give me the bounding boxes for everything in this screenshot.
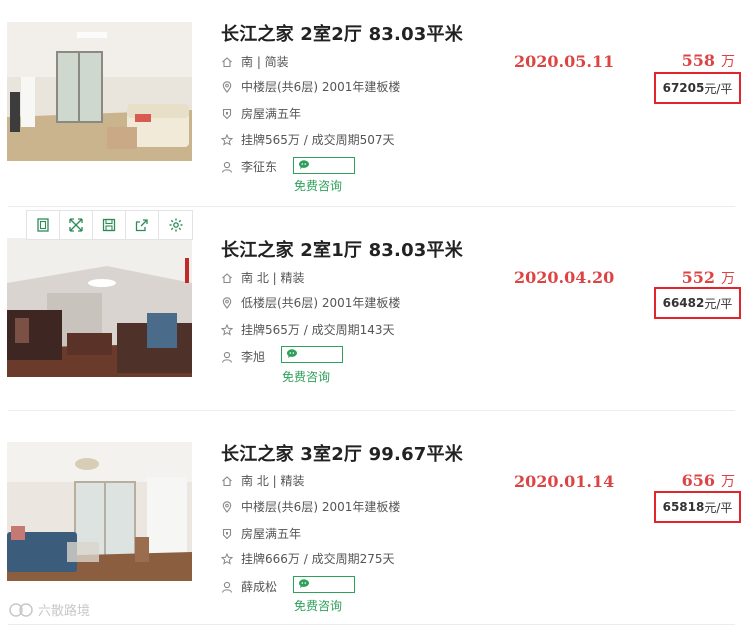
orientation-row: 南 北 | 精装: [221, 472, 305, 489]
free-consult-link[interactable]: 免费咨询: [294, 177, 342, 194]
floor-row: 中楼层(共6层) 2001年建板楼: [221, 78, 400, 95]
agent-name[interactable]: 李征东: [241, 158, 277, 175]
listing-title[interactable]: 长江之家 3室2厅 99.67平米: [221, 440, 463, 466]
orientation-row: 南 | 简装: [221, 53, 289, 70]
price-value: 656: [681, 471, 715, 490]
shield-icon: [221, 108, 233, 120]
listing-title[interactable]: 长江之家 2室1厅 83.03平米: [221, 236, 463, 262]
tag-row: 房屋满五年: [221, 105, 301, 122]
agent-row[interactable]: 李旭: [221, 348, 265, 365]
divider: [8, 206, 735, 207]
tag-text: 房屋满五年: [241, 107, 302, 121]
house-icon: [221, 475, 233, 487]
listing-title[interactable]: 长江之家 2室2厅 83.03平米: [221, 20, 463, 46]
agent-name[interactable]: 薛成松: [241, 578, 277, 595]
listing-info-row: 挂牌565万 / 成交周期143天: [221, 321, 394, 338]
listing-info-text: 挂牌565万 / 成交周期507天: [241, 133, 395, 147]
chat-bubble-icon: [299, 579, 309, 589]
listing-photo[interactable]: [7, 442, 192, 581]
price-unit: 万: [721, 54, 735, 70]
watermark-logo-icon: [9, 602, 33, 617]
star-icon: [221, 133, 233, 146]
star-icon: [221, 552, 233, 565]
house-icon: [221, 272, 233, 284]
settings-icon[interactable]: [159, 211, 192, 239]
unit-price-box: 67205 元/平: [654, 72, 741, 104]
watermark-text: 六散路境: [38, 604, 91, 619]
house-icon: [221, 56, 233, 68]
unit-price-value: 67205: [662, 81, 705, 95]
deal-date: 2020.01.14: [514, 472, 615, 491]
divider: [8, 410, 735, 411]
listing-info-text: 挂牌666万 / 成交周期275天: [241, 552, 395, 566]
unit-price-box: 66482 元/平: [654, 287, 741, 319]
watermark: 六散路境: [8, 600, 90, 619]
shield-icon: [221, 528, 233, 540]
person-icon: [221, 581, 233, 593]
unit-price-suffix: 元/平: [704, 81, 733, 96]
deal-price: 552 万: [682, 268, 735, 288]
location-pin-icon: [221, 500, 233, 513]
orientation-text: 南 北 | 精装: [241, 474, 305, 488]
listing-photo[interactable]: [7, 22, 192, 161]
star-icon: [221, 323, 233, 336]
agent-row[interactable]: 薛成松: [221, 578, 277, 595]
free-consult-link[interactable]: 免费咨询: [282, 368, 330, 385]
listing-info-row: 挂牌565万 / 成交周期507天: [221, 131, 394, 148]
orientation-row: 南 北 | 精装: [221, 269, 305, 286]
divider: [8, 624, 735, 625]
free-consult-link[interactable]: 免费咨询: [294, 597, 342, 614]
location-pin-icon: [221, 296, 233, 309]
copy-icon[interactable]: [27, 211, 60, 239]
price-value: 558: [681, 51, 715, 70]
unit-price-suffix: 元/平: [704, 500, 733, 515]
unit-price-box: 65818 元/平: [654, 491, 741, 523]
floor-row: 中楼层(共6层) 2001年建板楼: [221, 498, 400, 515]
agent-name[interactable]: 李旭: [241, 348, 265, 365]
wechat-button[interactable]: [293, 157, 355, 174]
floor-text: 中楼层(共6层) 2001年建板楼: [241, 500, 401, 514]
deal-date: 2020.05.11: [514, 52, 615, 71]
agent-row[interactable]: 李征东: [221, 158, 277, 175]
listing-info-text: 挂牌565万 / 成交周期143天: [241, 323, 395, 337]
floor-text: 低楼层(共6层) 2001年建板楼: [241, 296, 401, 310]
listing-info-row: 挂牌666万 / 成交周期275天: [221, 550, 394, 567]
wechat-button[interactable]: [293, 576, 355, 593]
unit-price-value: 65818: [662, 500, 705, 514]
location-pin-icon: [221, 80, 233, 93]
unit-price-suffix: 元/平: [704, 296, 733, 311]
price-unit: 万: [721, 474, 735, 490]
chat-bubble-icon: [299, 160, 309, 170]
wechat-button[interactable]: [281, 346, 343, 363]
tag-row: 房屋满五年: [221, 525, 301, 542]
price-value: 552: [681, 268, 715, 287]
chat-bubble-icon: [287, 349, 297, 359]
orientation-text: 南 | 简装: [241, 55, 289, 69]
deal-price: 558 万: [682, 51, 735, 71]
expand-icon[interactable]: [60, 211, 93, 239]
floor-row: 低楼层(共6层) 2001年建板楼: [221, 294, 400, 311]
listing-photo[interactable]: [7, 238, 192, 377]
floor-text: 中楼层(共6层) 2001年建板楼: [241, 80, 401, 94]
tag-text: 房屋满五年: [241, 527, 302, 541]
price-unit: 万: [721, 271, 735, 287]
deal-price: 656 万: [682, 471, 735, 491]
photo-toolbar: [26, 210, 193, 240]
unit-price-value: 66482: [662, 296, 705, 310]
deal-date: 2020.04.20: [514, 268, 615, 287]
person-icon: [221, 351, 233, 363]
save-icon[interactable]: [93, 211, 126, 239]
share-icon[interactable]: [126, 211, 159, 239]
person-icon: [221, 161, 233, 173]
orientation-text: 南 北 | 精装: [241, 271, 305, 285]
